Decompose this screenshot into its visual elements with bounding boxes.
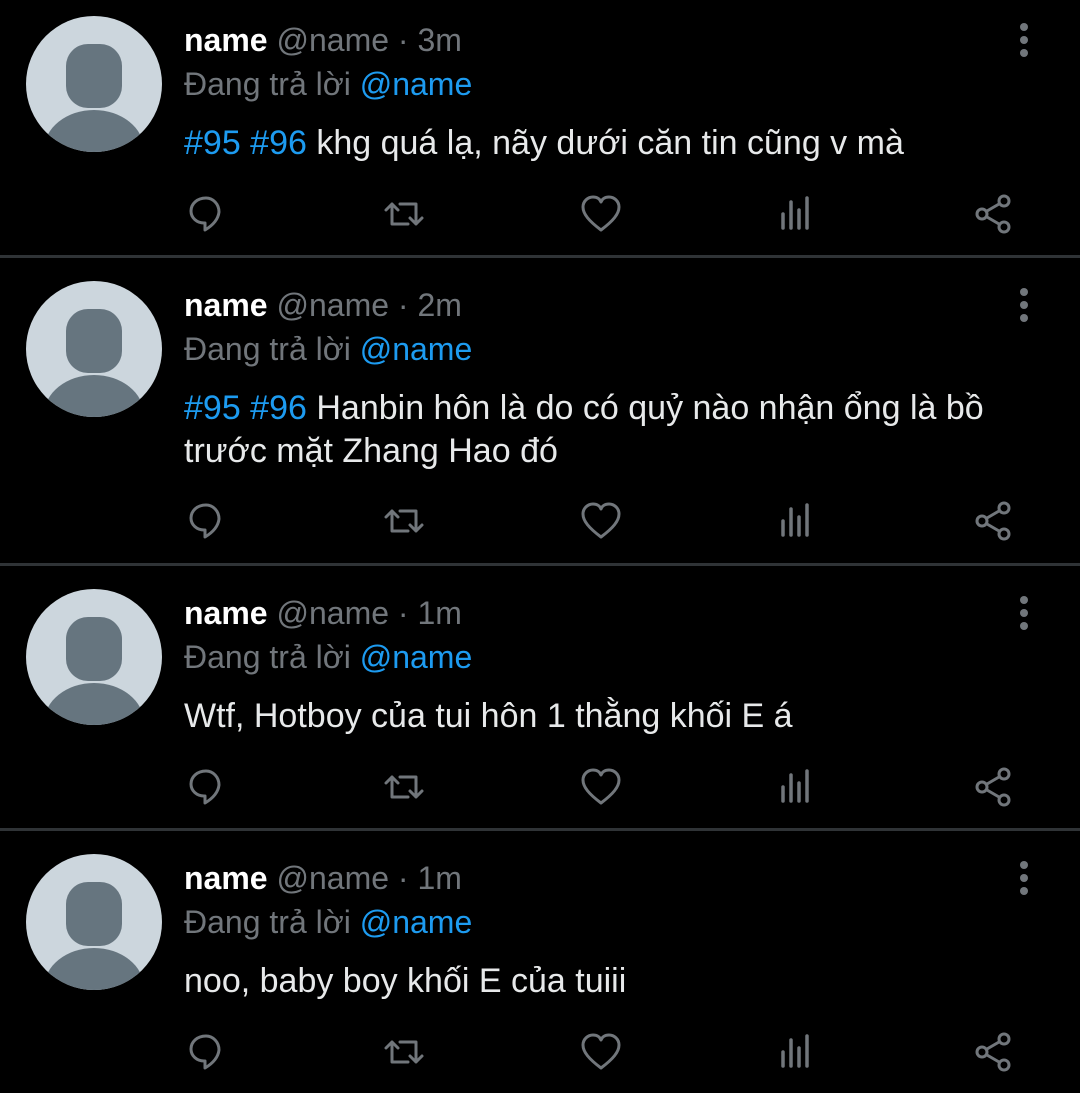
- share-icon[interactable]: [972, 765, 1016, 809]
- tweet[interactable]: name @name · 2m Đang trả lời @name #95 #…: [0, 265, 1080, 566]
- more-vertical-icon[interactable]: [1008, 593, 1040, 633]
- action-bar: [0, 765, 1080, 809]
- share-icon[interactable]: [972, 192, 1016, 236]
- more-vertical-icon[interactable]: [1008, 20, 1040, 60]
- timestamp[interactable]: 1m: [417, 595, 461, 631]
- reply-prefix: Đang trả lời: [184, 331, 351, 367]
- user-handle[interactable]: @name: [276, 22, 389, 58]
- like-icon[interactable]: [579, 499, 623, 543]
- avatar[interactable]: [26, 16, 162, 152]
- hashtags[interactable]: #95 #96: [184, 124, 307, 162]
- timestamp[interactable]: 1m: [417, 860, 461, 896]
- retweet-icon[interactable]: [382, 192, 426, 236]
- reply-mention[interactable]: @name: [360, 331, 473, 367]
- tweet-text-body: Wtf, Hotboy của tui hôn 1 thằng khối E á: [184, 697, 793, 735]
- avatar-body-shape: [44, 683, 144, 725]
- separator-dot: ·: [397, 287, 409, 323]
- reply-context: Đang trả lời @name: [184, 637, 472, 677]
- tweet-feed: name @name · 3m Đang trả lời @name #95 #…: [0, 0, 1080, 1093]
- reply-mention[interactable]: @name: [360, 904, 473, 940]
- more-vertical-icon[interactable]: [1008, 858, 1040, 898]
- tweet[interactable]: name @name · 3m Đang trả lời @name #95 #…: [0, 0, 1080, 258]
- user-handle[interactable]: @name: [276, 860, 389, 896]
- display-name[interactable]: name: [184, 22, 268, 58]
- avatar[interactable]: [26, 854, 162, 990]
- action-bar: [0, 499, 1080, 543]
- display-name[interactable]: name: [184, 860, 268, 896]
- user-handle[interactable]: @name: [276, 595, 389, 631]
- reply-context: Đang trả lời @name: [184, 902, 472, 942]
- tweet-header: name @name · 1m: [184, 858, 462, 898]
- divider: [0, 563, 1080, 566]
- reply-context: Đang trả lời @name: [184, 64, 472, 104]
- reply-icon[interactable]: [184, 1030, 228, 1074]
- avatar-head-shape: [66, 44, 122, 108]
- like-icon[interactable]: [579, 1030, 623, 1074]
- like-icon[interactable]: [579, 192, 623, 236]
- reply-icon[interactable]: [184, 499, 228, 543]
- divider: [0, 255, 1080, 258]
- reply-mention[interactable]: @name: [360, 66, 473, 102]
- avatar-body-shape: [44, 948, 144, 990]
- views-icon[interactable]: [775, 192, 819, 236]
- display-name[interactable]: name: [184, 595, 268, 631]
- avatar-body-shape: [44, 375, 144, 417]
- reply-prefix: Đang trả lời: [184, 904, 351, 940]
- action-bar: [0, 192, 1080, 236]
- retweet-icon[interactable]: [382, 1030, 426, 1074]
- separator-dot: ·: [397, 595, 409, 631]
- tweet[interactable]: name @name · 1m Đang trả lời @name Wtf, …: [0, 573, 1080, 831]
- retweet-icon[interactable]: [382, 499, 426, 543]
- reply-icon[interactable]: [184, 192, 228, 236]
- tweet-header: name @name · 2m: [184, 285, 462, 325]
- tweet-text-body: khg quá lạ, nãy dưới căn tin cũng v mà: [306, 124, 904, 162]
- share-icon[interactable]: [972, 499, 1016, 543]
- reply-context: Đang trả lời @name: [184, 329, 472, 369]
- timestamp[interactable]: 2m: [417, 287, 461, 323]
- hashtags[interactable]: #95 #96: [184, 389, 307, 427]
- views-icon[interactable]: [775, 765, 819, 809]
- display-name[interactable]: name: [184, 287, 268, 323]
- avatar-head-shape: [66, 882, 122, 946]
- like-icon[interactable]: [579, 765, 623, 809]
- tweet-header: name @name · 1m: [184, 593, 462, 633]
- avatar[interactable]: [26, 281, 162, 417]
- separator-dot: ·: [397, 860, 409, 896]
- separator-dot: ·: [397, 22, 409, 58]
- tweet-header: name @name · 3m: [184, 20, 462, 60]
- reply-prefix: Đang trả lời: [184, 639, 351, 675]
- more-vertical-icon[interactable]: [1008, 285, 1040, 325]
- retweet-icon[interactable]: [382, 765, 426, 809]
- tweet-text: Wtf, Hotboy của tui hôn 1 thằng khối E á: [184, 695, 1024, 738]
- divider: [0, 828, 1080, 831]
- avatar-body-shape: [44, 110, 144, 152]
- timestamp[interactable]: 3m: [417, 22, 461, 58]
- avatar-head-shape: [66, 617, 122, 681]
- reply-mention[interactable]: @name: [360, 639, 473, 675]
- avatar[interactable]: [26, 589, 162, 725]
- user-handle[interactable]: @name: [276, 287, 389, 323]
- tweet-text: noo, baby boy khối E của tuiii: [184, 960, 1024, 1003]
- tweet-text: #95 #96 khg quá lạ, nãy dưới căn tin cũn…: [184, 122, 1024, 165]
- action-bar: [0, 1030, 1080, 1074]
- tweet[interactable]: name @name · 1m Đang trả lời @name noo, …: [0, 838, 1080, 1093]
- reply-icon[interactable]: [184, 765, 228, 809]
- views-icon[interactable]: [775, 1030, 819, 1074]
- avatar-head-shape: [66, 309, 122, 373]
- views-icon[interactable]: [775, 499, 819, 543]
- reply-prefix: Đang trả lời: [184, 66, 351, 102]
- tweet-text-body: noo, baby boy khối E của tuiii: [184, 962, 627, 1000]
- share-icon[interactable]: [972, 1030, 1016, 1074]
- tweet-text: #95 #96 Hanbin hôn là do có quỷ nào nhận…: [184, 387, 1024, 473]
